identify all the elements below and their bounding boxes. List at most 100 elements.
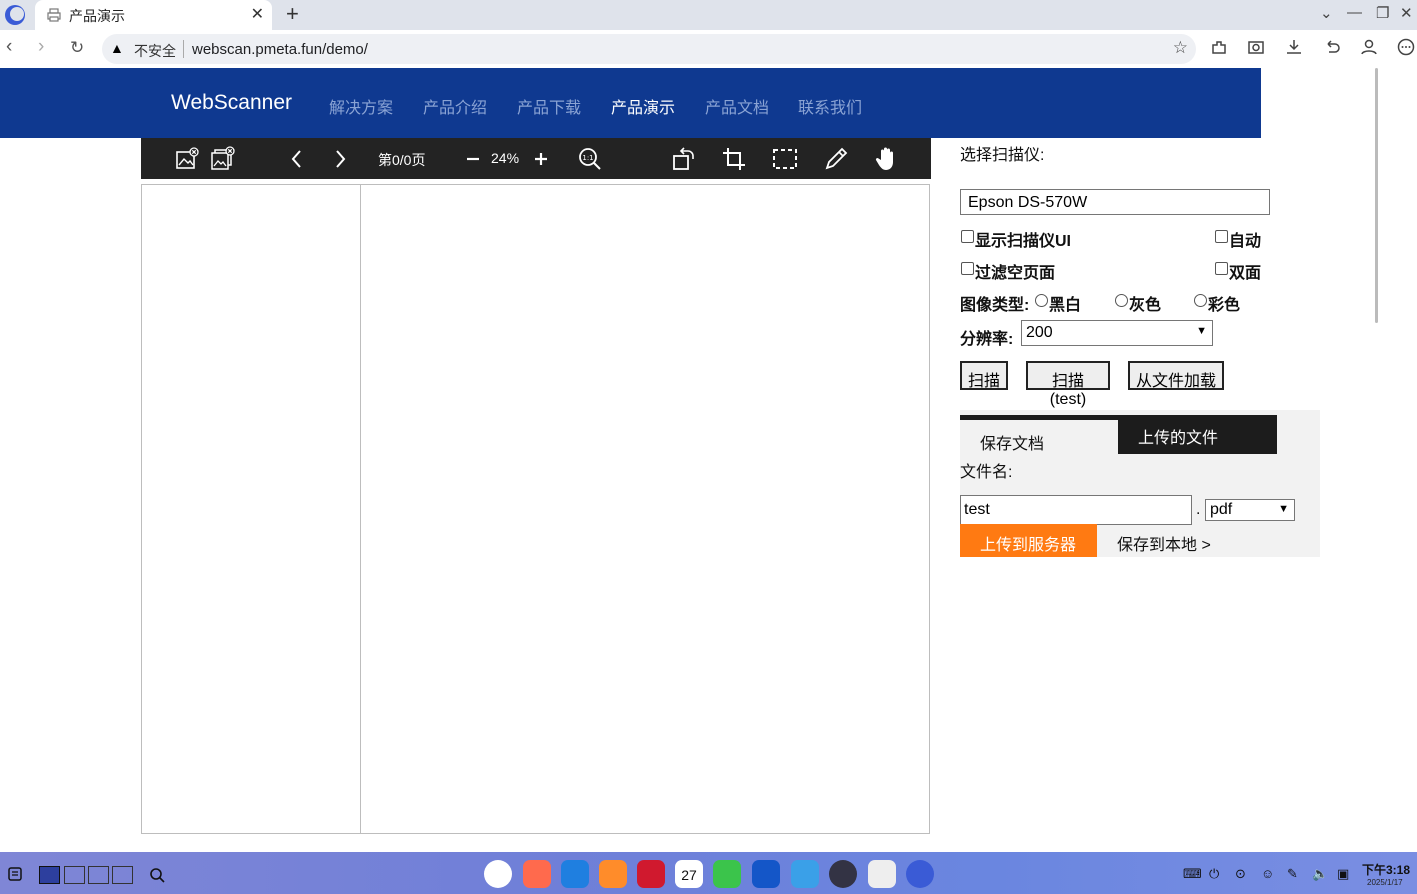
menu-icon[interactable] — [1397, 38, 1415, 56]
save-local-link[interactable]: 保存到本地 > — [1117, 531, 1211, 555]
app-store-icon[interactable] — [523, 860, 551, 888]
bw-label: 黑白 — [1049, 297, 1082, 314]
search-icon[interactable] — [149, 867, 165, 883]
minimize-icon[interactable]: — — [1347, 4, 1362, 21]
zoom-in-icon[interactable] — [528, 146, 554, 172]
start-menu-icon[interactable] — [7, 866, 23, 882]
gray-radio[interactable] — [1115, 294, 1128, 307]
terminal-icon[interactable] — [637, 860, 665, 888]
download-icon[interactable] — [1285, 38, 1303, 56]
resolution-label: 分辨率: — [960, 331, 1014, 348]
browser-logo-icon[interactable] — [3, 3, 27, 27]
divider — [183, 40, 184, 58]
restore-icon[interactable]: ❐ — [1376, 4, 1389, 22]
format-select[interactable]: pdf ▼ — [1205, 499, 1295, 521]
power-icon[interactable]: ⏻ — [1209, 866, 1219, 882]
scan-test-button[interactable]: 扫描(test) — [1026, 361, 1110, 408]
duplex-label: 双面 — [1229, 265, 1262, 282]
viewer-toolbar: 第0/0页 24% 1:1 — [141, 138, 931, 179]
site-header: WebScanner 解决方案 产品介绍 产品下载 产品演示 产品文档 联系我们 — [0, 68, 1261, 138]
warning-icon[interactable]: ▲ — [110, 40, 124, 56]
settings-grid-icon[interactable] — [791, 860, 819, 888]
volume-icon[interactable]: 🔈 — [1312, 866, 1328, 882]
media-icon[interactable]: ⊙ — [1235, 866, 1246, 882]
rotate-icon[interactable] — [671, 146, 697, 172]
music-icon[interactable] — [713, 860, 741, 888]
chat-icon[interactable] — [752, 860, 780, 888]
scanner-select[interactable]: Epson DS-570W — [960, 189, 1270, 215]
nav-contact[interactable]: 联系我们 — [798, 94, 862, 118]
page-indicator: 第0/0页 — [378, 152, 426, 168]
tab-save-document[interactable]: 保存文档 — [960, 415, 1120, 453]
security-label[interactable]: 不安全 — [134, 41, 176, 61]
gray-label: 灰色 — [1129, 297, 1162, 314]
calendar-icon[interactable]: 27 — [675, 860, 703, 888]
actual-size-zoom-icon[interactable]: 1:1 — [577, 146, 603, 172]
scan-button[interactable]: 扫描 — [960, 361, 1008, 390]
hand-pan-icon[interactable] — [873, 146, 899, 172]
pen-icon[interactable]: ✎ — [1287, 866, 1298, 882]
color-radio[interactable] — [1194, 294, 1207, 307]
tab-close-icon[interactable]: ✕ — [251, 4, 264, 24]
next-page-icon[interactable] — [327, 146, 353, 172]
tab-title: 产品演示 — [69, 8, 125, 24]
document-view-pane[interactable] — [360, 184, 930, 834]
workspace-4-icon[interactable] — [112, 866, 133, 884]
clock-time[interactable]: 下午3:18 — [1362, 861, 1410, 878]
tab-list-chevron-icon[interactable]: ⌄ — [1320, 4, 1333, 22]
screenshot-icon[interactable] — [1247, 38, 1265, 56]
browser-tab-bar: 产品演示 ✕ + ⌄ — ❐ ✕ — [0, 0, 1417, 30]
tab-uploaded-files[interactable]: 上传的文件 — [1118, 415, 1277, 454]
trash-icon[interactable] — [868, 860, 896, 888]
remove-image-icon[interactable] — [174, 146, 200, 172]
load-from-file-button[interactable]: 从文件加载 — [1128, 361, 1224, 390]
new-tab-icon[interactable]: + — [286, 1, 299, 27]
shop-icon[interactable] — [599, 860, 627, 888]
browser-dock-icon[interactable] — [906, 860, 934, 888]
nav-download[interactable]: 产品下载 — [517, 94, 581, 118]
thumbnail-pane[interactable] — [141, 184, 361, 834]
reload-icon[interactable]: ↻ — [70, 38, 84, 58]
upload-to-server-button[interactable]: 上传到服务器 — [960, 524, 1097, 557]
extensions-icon[interactable] — [1210, 38, 1228, 56]
brand-logo-text[interactable]: WebScanner — [171, 91, 292, 115]
show-ui-checkbox[interactable] — [961, 230, 974, 243]
duplex-checkbox[interactable] — [1215, 262, 1228, 275]
select-scanner-label: 选择扫描仪: — [960, 147, 1045, 164]
forward-icon[interactable]: › — [38, 36, 44, 58]
clock-date[interactable]: 2025/1/17 — [1367, 878, 1403, 887]
url-text[interactable]: webscan.pmeta.fun/demo/ — [192, 41, 368, 58]
address-bar[interactable]: ▲ 不安全 webscan.pmeta.fun/demo/ ☆ — [102, 34, 1196, 64]
page-scrollbar[interactable] — [1375, 68, 1378, 323]
workspace-1-icon[interactable] — [39, 866, 60, 884]
profile-icon[interactable] — [1360, 38, 1378, 56]
remove-all-images-icon[interactable] — [209, 146, 235, 172]
system-settings-icon[interactable] — [829, 860, 857, 888]
keyboard-icon[interactable]: ⌨ — [1183, 866, 1202, 882]
nav-docs[interactable]: 产品文档 — [705, 94, 769, 118]
file-manager-icon[interactable] — [561, 860, 589, 888]
select-area-icon[interactable] — [772, 146, 798, 172]
assistant-icon[interactable]: ☺ — [1261, 866, 1274, 881]
window-close-icon[interactable]: ✕ — [1400, 4, 1413, 22]
pencil-icon[interactable] — [823, 146, 849, 172]
previous-page-icon[interactable] — [284, 146, 310, 172]
bw-radio[interactable] — [1035, 294, 1048, 307]
filter-blank-checkbox[interactable] — [961, 262, 974, 275]
auto-checkbox[interactable] — [1215, 230, 1228, 243]
workspace-3-icon[interactable] — [88, 866, 109, 884]
tab-product-demo[interactable]: 产品演示 ✕ — [35, 0, 272, 30]
zoom-out-icon[interactable] — [460, 146, 486, 172]
workspace-2-icon[interactable] — [64, 866, 85, 884]
resolution-select[interactable]: 200 ▼ — [1021, 320, 1213, 346]
undo-icon[interactable] — [1323, 38, 1341, 56]
nav-demo[interactable]: 产品演示 — [611, 94, 675, 118]
network-icon[interactable]: ▣ — [1337, 866, 1349, 882]
bookmark-star-icon[interactable]: ☆ — [1173, 38, 1188, 58]
nav-solutions[interactable]: 解决方案 — [329, 94, 393, 118]
filename-input[interactable]: test — [960, 495, 1192, 525]
launcher-icon[interactable] — [484, 860, 512, 888]
crop-icon[interactable] — [721, 146, 747, 172]
nav-product-intro[interactable]: 产品介绍 — [423, 94, 487, 118]
back-icon[interactable]: ‹ — [6, 36, 12, 58]
